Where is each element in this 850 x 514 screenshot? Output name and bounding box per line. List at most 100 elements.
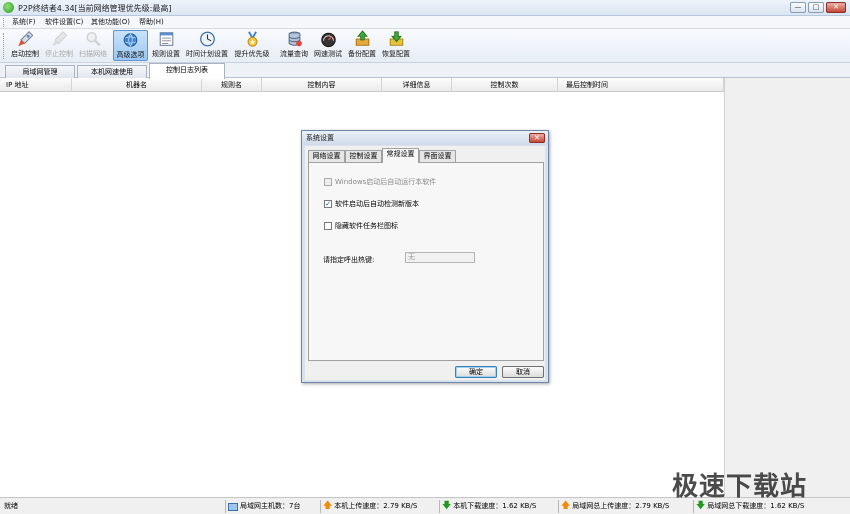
auto-update-checkbox[interactable]: ✓	[324, 200, 332, 208]
status-separator	[320, 500, 321, 513]
autostart-label: Windows启动后自动运行本软件	[335, 178, 437, 186]
column-ip[interactable]: IP 地址	[0, 78, 72, 92]
rocket-icon	[17, 31, 33, 47]
stop-icon	[51, 31, 67, 47]
status-lan-upload: 🡅 局域网总上传速度：2.79 KB/S	[558, 500, 670, 513]
autostart-checkbox[interactable]	[324, 178, 332, 186]
rules-settings-button[interactable]: 规则设置	[150, 30, 182, 61]
window-title: P2P终结者4.34[当前网络管理优先级:最高]	[18, 4, 172, 13]
auto-update-option[interactable]: ✓ 软件启动后自动检测新版本	[324, 199, 419, 209]
column-control-count[interactable]: 控制次数	[452, 78, 558, 92]
tab-lan-management[interactable]: 局域网管理	[5, 65, 75, 78]
status-separator	[439, 500, 440, 513]
column-details[interactable]: 详细信息	[382, 78, 452, 92]
schedule-settings-button[interactable]: 时间计划设置	[184, 30, 230, 61]
status-local-upload: 🡅 本机上传速度：2.79 KB/S	[320, 500, 418, 513]
general-settings-panel: Windows启动后自动运行本软件 ✓ 软件启动后自动检测新版本 隐藏软件任务栏…	[308, 162, 544, 361]
status-local-upload-text: 本机上传速度：2.79 KB/S	[334, 502, 418, 510]
start-control-button[interactable]: 启动控制	[9, 30, 41, 61]
arrow-down-icon: 🡇	[442, 501, 452, 511]
dialog-body: 网络设置 控制设置 常规设置 界面设置 Windows启动后自动运行本软件 ✓ …	[305, 146, 545, 380]
status-lan-upload-text: 局域网总上传速度：2.79 KB/S	[572, 502, 670, 510]
watermark: 极速下载站	[672, 472, 808, 502]
toolbar-label: 时间计划设置	[186, 50, 228, 58]
backup-icon	[355, 30, 369, 46]
side-panel	[724, 78, 850, 497]
cancel-button[interactable]: 取消	[502, 366, 544, 378]
menu-grip	[3, 18, 5, 27]
ok-button[interactable]: 确定	[455, 366, 497, 378]
dialog-title-bar[interactable]: 系统设置 ✕	[302, 131, 548, 145]
backup-config-button[interactable]: 备份配置	[346, 30, 378, 61]
dialog-close-button[interactable]: ✕	[529, 133, 545, 143]
autostart-option[interactable]: Windows启动后自动运行本软件	[324, 177, 436, 187]
arrow-up-icon: 🡅	[561, 501, 571, 511]
monitor-icon	[228, 502, 238, 511]
toolbar-label: 停止控制	[45, 50, 73, 58]
database-icon	[288, 31, 302, 47]
status-separator	[225, 500, 226, 513]
menu-help[interactable]: 帮助(H)	[139, 17, 164, 28]
status-separator	[558, 500, 559, 513]
raise-priority-button[interactable]: 提升优先级	[232, 30, 272, 61]
app-logo-icon	[3, 2, 14, 13]
menu-other-functions[interactable]: 其他功能(O)	[91, 17, 130, 28]
clock-icon	[199, 31, 215, 47]
column-control-content[interactable]: 控制内容	[262, 78, 382, 92]
scan-network-button[interactable]: 扫描网络	[77, 30, 109, 61]
arrow-up-icon: 🡅	[323, 501, 333, 511]
toolbar-label: 恢复配置	[382, 50, 410, 58]
toolbar-label: 扫描网络	[79, 50, 107, 58]
log-table-header: IP 地址 机器名 规则名 控制内容 详细信息 控制次数 最后控制时间	[0, 78, 724, 92]
status-hosts: 局域网主机数：7台	[225, 500, 301, 513]
globe-icon	[123, 33, 138, 47]
dialog-title: 系统设置	[306, 134, 334, 142]
system-settings-dialog: 系统设置 ✕ 网络设置 控制设置 常规设置 界面设置 Windows启动后自动运…	[301, 130, 549, 383]
toolbar: 启动控制 停止控制 扫描网络 高级选项 规则设置 时间计划设置 提升优先级 流量…	[0, 29, 850, 63]
hide-taskbar-checkbox[interactable]	[324, 222, 332, 230]
hotkey-label: 请指定呼出热键:	[323, 256, 375, 264]
column-last-control-time[interactable]: 最后控制时间	[558, 78, 724, 92]
restore-config-button[interactable]: 恢复配置	[380, 30, 412, 61]
auto-update-label: 软件启动后自动检测新版本	[335, 200, 419, 208]
close-button[interactable]: ✕	[826, 2, 846, 13]
tab-general-settings[interactable]: 常规设置	[382, 148, 419, 163]
restore-icon	[389, 31, 403, 46]
toolbar-grip	[3, 33, 5, 59]
hotkey-input[interactable]: 无	[405, 252, 475, 263]
toolbar-label: 高级选项	[116, 51, 145, 59]
toolbar-label: 提升优先级	[234, 50, 270, 58]
rules-icon	[159, 32, 173, 46]
speed-test-button[interactable]: 网速测试	[312, 30, 344, 61]
medal-icon	[247, 31, 257, 47]
window-controls: — □ ✕	[790, 2, 846, 13]
minimize-button[interactable]: —	[790, 2, 806, 13]
stop-control-button[interactable]: 停止控制	[43, 30, 75, 61]
menu-software-settings[interactable]: 软件设置(C)	[45, 17, 83, 28]
status-local-download: 🡇 本机下载速度：1.62 KB/S	[439, 500, 537, 513]
title-bar: P2P终结者4.34[当前网络管理优先级:最高] — □ ✕	[0, 0, 850, 16]
advanced-options-button[interactable]: 高级选项	[113, 30, 148, 61]
tab-local-speed[interactable]: 本机网速使用	[77, 65, 147, 78]
toolbar-label: 规则设置	[152, 50, 180, 58]
traffic-query-button[interactable]: 流量查询	[278, 30, 310, 61]
speedometer-icon	[320, 32, 336, 48]
tab-control-log[interactable]: 控制日志列表	[149, 63, 225, 79]
status-local-download-text: 本机下载速度：1.62 KB/S	[453, 502, 537, 510]
toolbar-label: 流量查询	[280, 50, 308, 58]
maximize-button[interactable]: □	[808, 2, 824, 13]
tab-interface-settings[interactable]: 界面设置	[419, 150, 456, 162]
tab-control-settings[interactable]: 控制设置	[345, 150, 382, 162]
menu-system[interactable]: 系统(F)	[12, 17, 36, 28]
column-rule-name[interactable]: 规则名	[202, 78, 262, 92]
toolbar-label: 备份配置	[348, 50, 376, 58]
hide-taskbar-option[interactable]: 隐藏软件任务栏图标	[324, 221, 398, 231]
hide-taskbar-label: 隐藏软件任务栏图标	[335, 222, 398, 230]
status-hosts-text: 局域网主机数：7台	[240, 502, 301, 510]
menu-bar: 系统(F) 软件设置(C) 其他功能(O) 帮助(H)	[0, 16, 850, 29]
magnifier-icon	[85, 31, 101, 47]
tab-network-settings[interactable]: 网络设置	[308, 150, 345, 162]
column-machine-name[interactable]: 机器名	[72, 78, 202, 92]
toolbar-label: 启动控制	[11, 50, 39, 58]
main-tabs: 局域网管理 本机网速使用 控制日志列表	[0, 63, 850, 79]
